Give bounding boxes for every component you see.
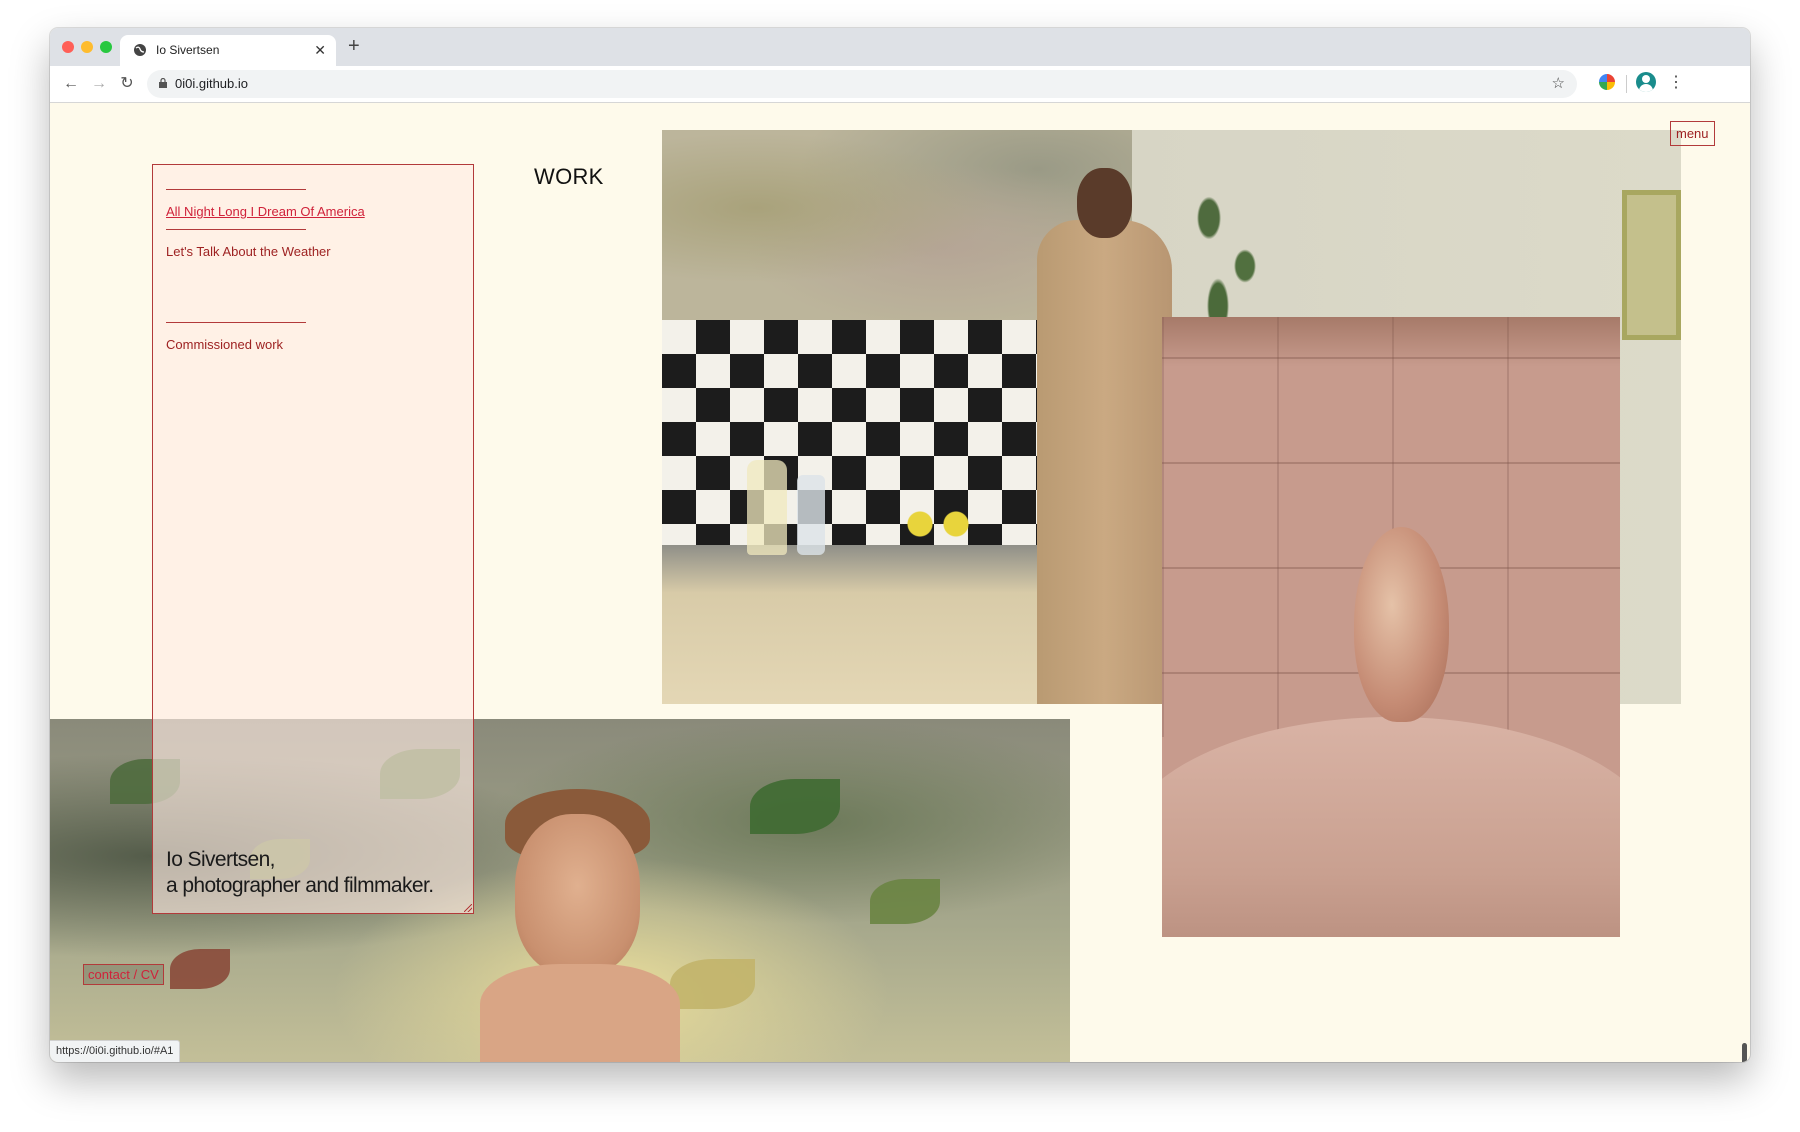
resize-handle[interactable]	[464, 904, 472, 912]
contact-cv-link[interactable]: contact / CV	[83, 964, 164, 985]
nav-item-commissioned-work[interactable]: Commissioned work	[166, 337, 283, 352]
maximize-window-button[interactable]	[100, 41, 112, 53]
intro-line-name: Io Sivertsen,	[166, 848, 276, 871]
tab-title: Io Sivertsen	[156, 43, 220, 57]
globe-icon	[134, 44, 146, 56]
lock-icon	[159, 78, 167, 88]
page-title: WORK	[534, 164, 604, 189]
photo-shelf	[1622, 190, 1681, 340]
photo-tub-edge	[1162, 717, 1620, 937]
photo-yellow-cups	[902, 510, 992, 538]
photo-shoulders	[480, 964, 680, 1062]
close-window-button[interactable]	[62, 41, 74, 53]
browser-tab[interactable]: Io Sivertsen ✕	[120, 35, 336, 66]
forward-arrow-icon[interactable]: →	[88, 73, 110, 95]
project-nav-panel: All Night Long I Dream Of America Let's …	[152, 164, 474, 914]
link-status-bar: https://0i0i.github.io/#A1	[50, 1040, 181, 1062]
photo-face	[515, 814, 640, 974]
photo-counter	[662, 545, 1102, 704]
menu-button[interactable]: menu	[1670, 121, 1715, 146]
close-tab-icon[interactable]: ✕	[314, 41, 326, 59]
page-viewport: All Night Long I Dream Of America Let's …	[50, 103, 1750, 1062]
photo-leaf	[870, 879, 940, 924]
profile-avatar-icon[interactable]	[1636, 72, 1656, 92]
extension-icon[interactable]	[1599, 74, 1615, 90]
browser-window: Io Sivertsen ✕ + ← → ↻ 0i0i.github.io ☆ …	[50, 28, 1750, 1062]
photo-shell	[1354, 527, 1449, 722]
more-options-icon[interactable]: ⋮	[1668, 72, 1684, 94]
photo-leaf	[670, 959, 755, 1009]
nav-item-lets-talk-weather[interactable]: Let's Talk About the Weather	[166, 244, 331, 259]
reload-icon[interactable]: ↻	[116, 73, 138, 95]
photo-plant	[1182, 170, 1272, 330]
divider	[166, 189, 306, 190]
scrollbar-thumb[interactable]	[1742, 1043, 1747, 1062]
divider	[166, 229, 306, 230]
address-bar[interactable]: 0i0i.github.io ☆	[147, 70, 1577, 98]
minimize-window-button[interactable]	[81, 41, 93, 53]
photo-spray-bottle	[797, 475, 825, 555]
photo-checkered-tiles	[662, 320, 1082, 550]
photo-bottle	[747, 460, 787, 555]
toolbar-divider	[1626, 75, 1627, 93]
divider	[166, 322, 306, 323]
photo-man-body	[1037, 220, 1172, 704]
photo-leaf	[750, 779, 840, 834]
intro-line-role: a photographer and filmmaker.	[166, 874, 434, 897]
back-arrow-icon[interactable]: ←	[60, 73, 82, 95]
photo-leaf	[170, 949, 230, 989]
bookmark-star-icon[interactable]: ☆	[1552, 74, 1565, 92]
url-text: 0i0i.github.io	[175, 76, 248, 91]
nav-item-all-night-long[interactable]: All Night Long I Dream Of America	[166, 204, 365, 219]
new-tab-icon[interactable]: +	[348, 35, 360, 57]
photo-pink-tile-shell[interactable]	[1162, 317, 1620, 937]
photo-man-head	[1077, 168, 1132, 238]
tab-bar: Io Sivertsen ✕ +	[50, 28, 1750, 66]
intro-text: Io Sivertsen, a photographer and filmmak…	[166, 847, 434, 899]
browser-toolbar: ← → ↻ 0i0i.github.io ☆ ⋮	[50, 66, 1750, 103]
